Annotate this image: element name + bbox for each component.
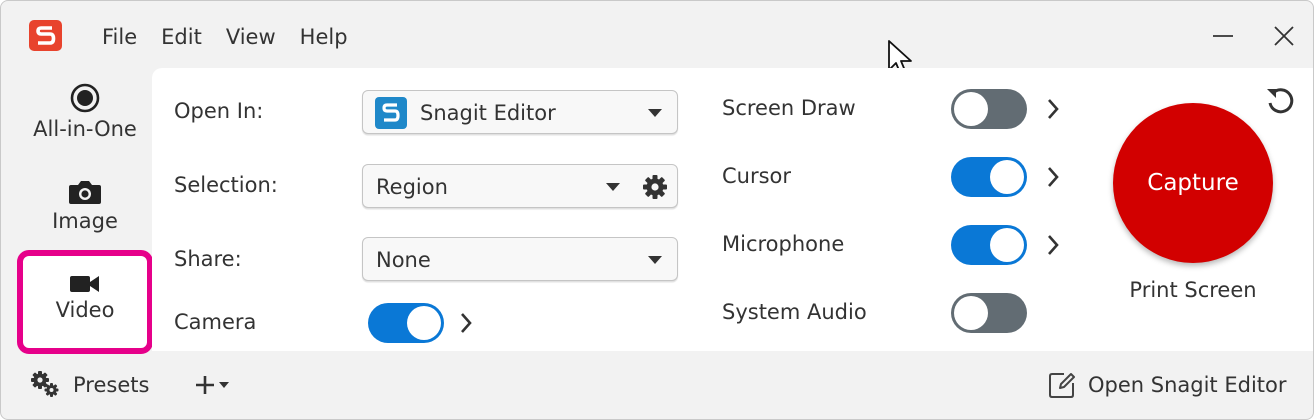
capture-button[interactable]: Capture [1113,103,1273,263]
chevron-right-icon[interactable] [1045,97,1061,121]
gear-icon [31,371,59,397]
chevron-down-icon [648,109,662,117]
microphone-toggle[interactable] [951,225,1027,265]
all-in-one-icon [70,83,100,113]
mode-video[interactable]: Video [17,250,153,354]
capture-settings-panel: Open In: Snagit Editor Selection: Region [152,68,1313,351]
video-camera-icon [70,276,99,292]
selection-dropdown[interactable]: Region [362,164,678,208]
share-value: None [376,248,431,272]
open-in-dropdown[interactable]: Snagit Editor [362,90,678,134]
add-preset-button[interactable] [195,375,233,395]
snagit-capture-window: File Edit View Help All-in-One Image Vid… [0,0,1314,420]
edit-icon [1049,373,1075,398]
open-in-label: Open In: [174,99,264,123]
menu-help[interactable]: Help [300,25,348,49]
add-preset-icon [196,376,229,394]
microphone-label: Microphone [722,232,845,256]
cursor-toggle[interactable] [951,157,1027,197]
gear-icon[interactable] [642,174,668,200]
chevron-right-icon[interactable] [1045,233,1061,257]
selection-value: Region [376,175,448,199]
camera-label: Camera [174,310,257,334]
chevron-down-icon [606,183,620,191]
camera-icon [69,181,101,204]
chevron-right-icon[interactable] [1045,165,1061,189]
open-snagit-editor-button[interactable]: Open Snagit Editor [1048,371,1287,399]
mode-all-in-one-label: All-in-One [33,117,137,141]
presets-label: Presets [73,373,150,397]
title-bar: File Edit View Help [1,1,1313,71]
system-audio-label: System Audio [722,300,867,324]
system-audio-toggle[interactable] [951,293,1027,333]
presets-button[interactable]: Presets [31,371,149,399]
screen-draw-toggle[interactable] [951,89,1027,129]
reset-icon[interactable] [1264,84,1296,116]
mode-image[interactable]: Image [17,179,153,233]
screen-draw-label: Screen Draw [722,96,856,120]
menu-edit[interactable]: Edit [161,25,202,49]
menu-bar: File Edit View Help [102,25,348,49]
snagit-editor-icon [375,97,407,129]
capture-button-label: Capture [1147,170,1239,196]
chevron-right-icon[interactable] [458,311,474,335]
chevron-down-icon [648,256,662,264]
capture-hotkey: Print Screen [1129,278,1257,302]
open-in-value: Snagit Editor [420,101,556,125]
menu-view[interactable]: View [226,25,276,49]
menu-file[interactable]: File [102,25,137,49]
mode-video-label: Video [55,298,115,322]
close-icon [1274,26,1294,46]
snagit-logo-icon [29,20,62,51]
share-dropdown[interactable]: None [362,237,678,281]
open-snagit-editor-label: Open Snagit Editor [1088,373,1287,397]
mode-all-in-one[interactable]: All-in-One [17,83,153,141]
minimize-icon [1213,35,1233,37]
selection-label: Selection: [174,173,278,197]
close-button[interactable] [1269,21,1299,51]
camera-toggle[interactable] [368,303,444,343]
minimize-button[interactable] [1208,21,1238,51]
share-label: Share: [174,247,242,271]
cursor-label: Cursor [722,164,792,188]
mode-image-label: Image [52,209,118,233]
